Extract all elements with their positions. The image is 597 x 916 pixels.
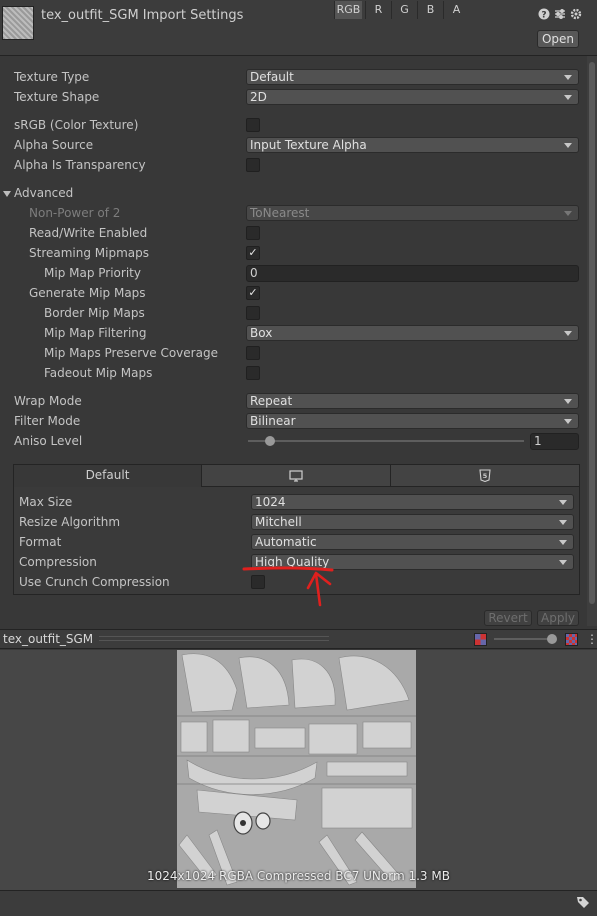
compression-label: Compression [19,555,97,569]
preserve-coverage-label: Mip Maps Preserve Coverage [44,346,218,360]
aniso-slider-thumb[interactable] [265,436,276,446]
annotation-underline-arrow [242,566,334,607]
wrap-mode-value: Repeat [250,394,293,408]
mip-small-icon [474,633,487,646]
foldout-arrow-icon[interactable] [3,191,11,197]
resize-dropdown[interactable]: Mitchell [251,514,574,530]
texture-type-dropdown[interactable]: Default [246,69,579,85]
resize-label: Resize Algorithm [19,515,121,529]
texture-type-value: Default [250,70,294,84]
channel-rgb-button[interactable]: RGB [334,1,362,19]
resize-value: Mitchell [255,515,302,529]
advanced-foldout[interactable]: Advanced [14,186,73,200]
inspector-title: tex_outfit_SGM Import Settings [41,8,244,23]
alpha-transparency-label: Alpha Is Transparency [14,158,146,172]
chevron-down-icon [564,419,572,424]
format-value: Automatic [255,535,317,549]
aniso-input[interactable]: 1 [530,433,579,450]
texture-preview-image [177,650,416,888]
format-dropdown[interactable]: Automatic [251,534,574,550]
texture-shape-value: 2D [250,90,267,104]
generate-mips-label: Generate Mip Maps [29,286,146,300]
monitor-icon [289,470,303,482]
mip-priority-label: Mip Map Priority [44,266,141,280]
fadeout-checkbox[interactable] [246,366,260,380]
read-write-checkbox[interactable] [246,226,260,240]
channel-b-button[interactable]: B [417,1,443,19]
filter-mode-dropdown[interactable]: Bilinear [246,413,579,429]
chevron-down-icon [559,540,567,545]
alpha-transparency-checkbox[interactable] [246,158,260,172]
label-tag-icon[interactable] [576,895,590,912]
inspector-footer [0,890,597,916]
help-icon[interactable]: ? [537,8,550,21]
chevron-down-icon [559,560,567,565]
chevron-down-icon [564,331,572,336]
tab-standalone[interactable] [202,465,391,487]
border-mips-checkbox[interactable] [246,306,260,320]
mip-priority-input[interactable]: 0 [246,265,579,282]
fadeout-label: Fadeout Mip Maps [44,366,153,380]
max-size-label: Max Size [19,495,73,509]
preserve-coverage-checkbox[interactable] [246,346,260,360]
chevron-down-icon [564,95,572,100]
channel-g-button[interactable]: G [391,1,417,19]
read-write-label: Read/Write Enabled [29,226,148,240]
texture-thumbnail [2,6,34,40]
open-button[interactable]: Open [537,30,579,48]
mip-slider-track[interactable] [494,638,554,640]
revert-button[interactable]: Revert [484,610,532,626]
texture-type-label: Texture Type [14,70,90,84]
preview-title: tex_outfit_SGM [3,632,94,646]
chevron-down-icon [564,75,572,80]
gear-icon[interactable] [569,8,582,21]
max-size-dropdown[interactable]: 1024 [251,494,574,510]
chevron-down-icon [564,143,572,148]
chevron-down-icon [564,399,572,404]
tab-webgl[interactable]: 5 [391,465,579,487]
filter-mode-label: Filter Mode [14,414,81,428]
streaming-mipmaps-label: Streaming Mipmaps [29,246,150,260]
aniso-label: Aniso Level [14,434,83,448]
format-label: Format [19,535,62,549]
non-power-dropdown: ToNearest [246,205,579,221]
drag-handle[interactable] [99,636,329,641]
wrap-mode-dropdown[interactable]: Repeat [246,393,579,409]
filter-mode-value: Bilinear [250,414,296,428]
chevron-down-icon [559,520,567,525]
svg-text:5: 5 [483,472,488,480]
mip-filtering-label: Mip Map Filtering [44,326,147,340]
non-power-label: Non-Power of 2 [29,206,121,220]
wrap-mode-label: Wrap Mode [14,394,82,408]
mip-large-icon [565,633,578,646]
apply-button[interactable]: Apply [537,610,579,626]
alpha-source-label: Alpha Source [14,138,94,152]
more-options-icon[interactable]: ⋮ [586,631,597,647]
tab-default[interactable]: Default [14,465,202,487]
alpha-source-value: Input Texture Alpha [250,138,367,152]
texture-info-label: 1024x1024 RGBA Compressed BC7 UNorm 1.3 … [147,869,450,883]
channel-a-button[interactable]: A [443,1,469,19]
non-power-value: ToNearest [250,206,310,220]
aniso-slider-track[interactable] [248,440,524,442]
texture-shape-dropdown[interactable]: 2D [246,89,579,105]
svg-text:?: ? [541,11,546,21]
html5-icon: 5 [479,469,491,483]
max-size-value: 1024 [255,495,286,509]
channel-r-button[interactable]: R [365,1,391,19]
border-mips-label: Border Mip Maps [44,306,145,320]
scrollbar-thumb[interactable] [589,62,595,604]
crunch-label: Use Crunch Compression [19,575,170,589]
chevron-down-icon [564,211,572,216]
preset-icon[interactable] [553,8,566,21]
mip-filtering-dropdown[interactable]: Box [246,325,579,341]
texture-shape-label: Texture Shape [14,90,100,104]
chevron-down-icon [559,500,567,505]
srgb-checkbox[interactable] [246,118,260,132]
srgb-label: sRGB (Color Texture) [14,118,139,132]
mip-filtering-value: Box [250,326,273,340]
generate-mips-checkbox[interactable]: ✓ [246,286,260,300]
streaming-mipmaps-checkbox[interactable]: ✓ [246,246,260,260]
alpha-source-dropdown[interactable]: Input Texture Alpha [246,137,579,153]
